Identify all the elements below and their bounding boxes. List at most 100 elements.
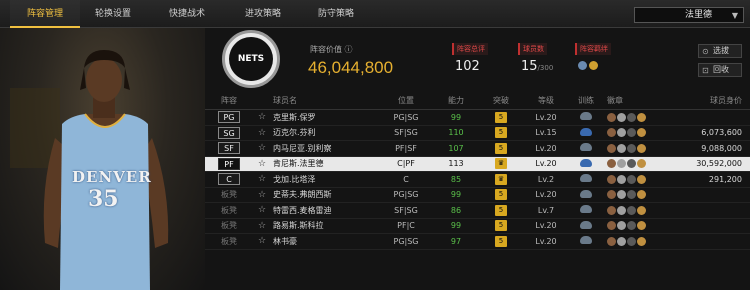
badge-group[interactable] (601, 205, 661, 215)
player-name[interactable]: 戈加.比塔泽 (271, 174, 381, 185)
player-rating: 99 (450, 190, 462, 200)
favorite-star-icon[interactable]: ☆ (258, 221, 266, 231)
player-dropdown[interactable]: 法里德 ▼ (634, 7, 744, 23)
player-name[interactable]: 克里斯.保罗 (271, 112, 381, 123)
stat-label-chemistry: 阵容羁绊 (575, 43, 611, 55)
training-icon[interactable] (580, 189, 592, 198)
badge-icon (617, 190, 626, 200)
player-name[interactable]: 迈克尔.芬利 (271, 127, 381, 138)
training-icon[interactable] (580, 205, 592, 214)
tab-bar: 阵容管理 轮换设置 快捷战术 进攻策略 防守策略 (10, 0, 374, 28)
col-header-badges: 徽章 (607, 96, 623, 105)
tab-defense[interactable]: 防守策略 (298, 0, 374, 28)
badge-group[interactable] (601, 190, 661, 200)
badge-group[interactable] (601, 112, 661, 122)
training-icon[interactable] (580, 158, 592, 167)
col-header-lineup: 阵容 (221, 96, 237, 105)
player-salary: 6,073,600 (701, 128, 742, 138)
position-badge: SG (218, 126, 240, 139)
col-header-rating: 能力 (448, 96, 464, 105)
training-icon[interactable] (580, 236, 592, 245)
training-icon[interactable] (580, 174, 592, 183)
col-header-salary: 球员身价 (710, 96, 742, 105)
badge-icon (637, 174, 646, 184)
recycle-button[interactable]: ⊡ 回收 (698, 63, 742, 77)
player-name[interactable]: 特雷西.麦格雷迪 (271, 205, 381, 216)
stat-label-overall: 阵容总评 (452, 43, 488, 55)
table-row[interactable]: SG ☆ 迈克尔.芬利 SF|SG 110 5 Lv.15 6,073,600 (205, 126, 750, 141)
favorite-star-icon[interactable]: ☆ (258, 236, 266, 246)
player-position: SF|SG (394, 205, 418, 215)
table-row[interactable]: 板凳 ☆ 史蒂夫.弗朗西斯 PG|SG 99 5 Lv.20 (205, 188, 750, 203)
breakthrough-badge: 5 (495, 111, 507, 123)
player-name[interactable]: 路易斯.斯科拉 (271, 220, 381, 231)
chemistry-icons[interactable] (578, 59, 600, 74)
select-icon: ⊙ (702, 47, 709, 56)
player-name[interactable]: 林书豪 (271, 236, 381, 247)
badge-group[interactable] (601, 221, 661, 231)
bench-label: 板凳 (221, 236, 237, 246)
training-icon[interactable] (580, 220, 592, 229)
badge-group[interactable] (601, 236, 661, 246)
badge-icon (607, 236, 616, 246)
table-row[interactable]: 板凳 ☆ 林书豪 PG|SG 97 5 Lv.20 (205, 234, 750, 250)
player-position: PG|SG (393, 236, 419, 246)
breakthrough-badge: 5 (495, 142, 507, 154)
player-name[interactable]: 肯尼斯.法里德 (271, 158, 381, 169)
tab-quick-tactics[interactable]: 快捷战术 (146, 0, 228, 28)
favorite-star-icon[interactable]: ☆ (258, 174, 266, 184)
table-row[interactable]: 板凳 ☆ 特雷西.麦格雷迪 SF|SG 86 5 Lv.7 (205, 203, 750, 219)
stat-label-players: 球员数 (518, 43, 547, 55)
table-row[interactable]: 板凳 ☆ 路易斯.斯科拉 PF|C 99 5 Lv.20 (205, 219, 750, 234)
player-salary: 9,088,000 (701, 143, 742, 153)
table-row[interactable]: PG ☆ 克里斯.保罗 PG|SG 99 5 Lv.20 (205, 110, 750, 126)
player-level: Lv.20 (535, 236, 557, 246)
badge-group[interactable] (601, 159, 661, 169)
badge-group[interactable] (601, 143, 661, 153)
position-badge: C (218, 173, 240, 186)
badge-icon (627, 112, 636, 122)
table-row[interactable]: SF ☆ 内马尼亚.别利察 PF|SF 107 5 Lv.20 9,088,00… (205, 141, 750, 157)
player-portrait: DENVER 35 (0, 28, 205, 290)
table-row[interactable]: C ☆ 戈加.比塔泽 C 85 ♛ Lv.2 291,200 (205, 172, 750, 188)
favorite-star-icon[interactable]: ☆ (258, 190, 266, 200)
tab-rotation[interactable]: 轮换设置 (80, 0, 146, 28)
select-button[interactable]: ⊙ 选拔 (698, 44, 742, 58)
badge-group[interactable] (601, 128, 661, 138)
tab-offense[interactable]: 进攻策略 (228, 0, 298, 28)
favorite-star-icon[interactable]: ☆ (258, 112, 266, 122)
badge-icon (637, 205, 646, 215)
badge-icon (627, 205, 636, 215)
badge-icon (617, 112, 626, 122)
stat-value-players: 15/300 (521, 59, 554, 74)
jersey-team-text: DENVER (72, 168, 152, 186)
training-icon[interactable] (580, 143, 592, 152)
player-level: Lv.20 (535, 143, 557, 153)
favorite-star-icon[interactable]: ☆ (258, 159, 266, 169)
player-level: Lv.20 (535, 112, 557, 122)
favorite-star-icon[interactable]: ☆ (258, 128, 266, 138)
badge-icon (617, 143, 626, 153)
bench-label: 板凳 (221, 205, 237, 215)
help-icon[interactable]: ⓘ (345, 45, 353, 54)
breakthrough-badge: 5 (495, 204, 507, 216)
breakthrough-badge: 5 (495, 235, 507, 247)
tab-lineup[interactable]: 阵容管理 (10, 0, 80, 28)
player-level: Lv.20 (535, 221, 557, 231)
col-header-training: 训练 (578, 96, 594, 105)
player-name[interactable]: 内马尼亚.别利察 (271, 143, 381, 154)
badge-icon (607, 159, 616, 169)
player-figure (43, 50, 169, 290)
table-row[interactable]: PF ☆ 肯尼斯.法里德 C|PF 113 ♛ Lv.20 30,592,000 (205, 156, 750, 172)
player-name[interactable]: 史蒂夫.弗朗西斯 (271, 189, 381, 200)
lineup-value: 46,044,800 (308, 58, 394, 77)
badge-icon (607, 128, 616, 138)
breakthrough-crown-icon: ♛ (495, 158, 507, 170)
badge-icon (627, 128, 636, 138)
training-icon[interactable] (580, 127, 592, 136)
badge-group[interactable] (601, 174, 661, 184)
training-icon[interactable] (580, 112, 592, 121)
player-rating: 86 (450, 205, 462, 215)
favorite-star-icon[interactable]: ☆ (258, 143, 266, 153)
favorite-star-icon[interactable]: ☆ (258, 205, 266, 215)
